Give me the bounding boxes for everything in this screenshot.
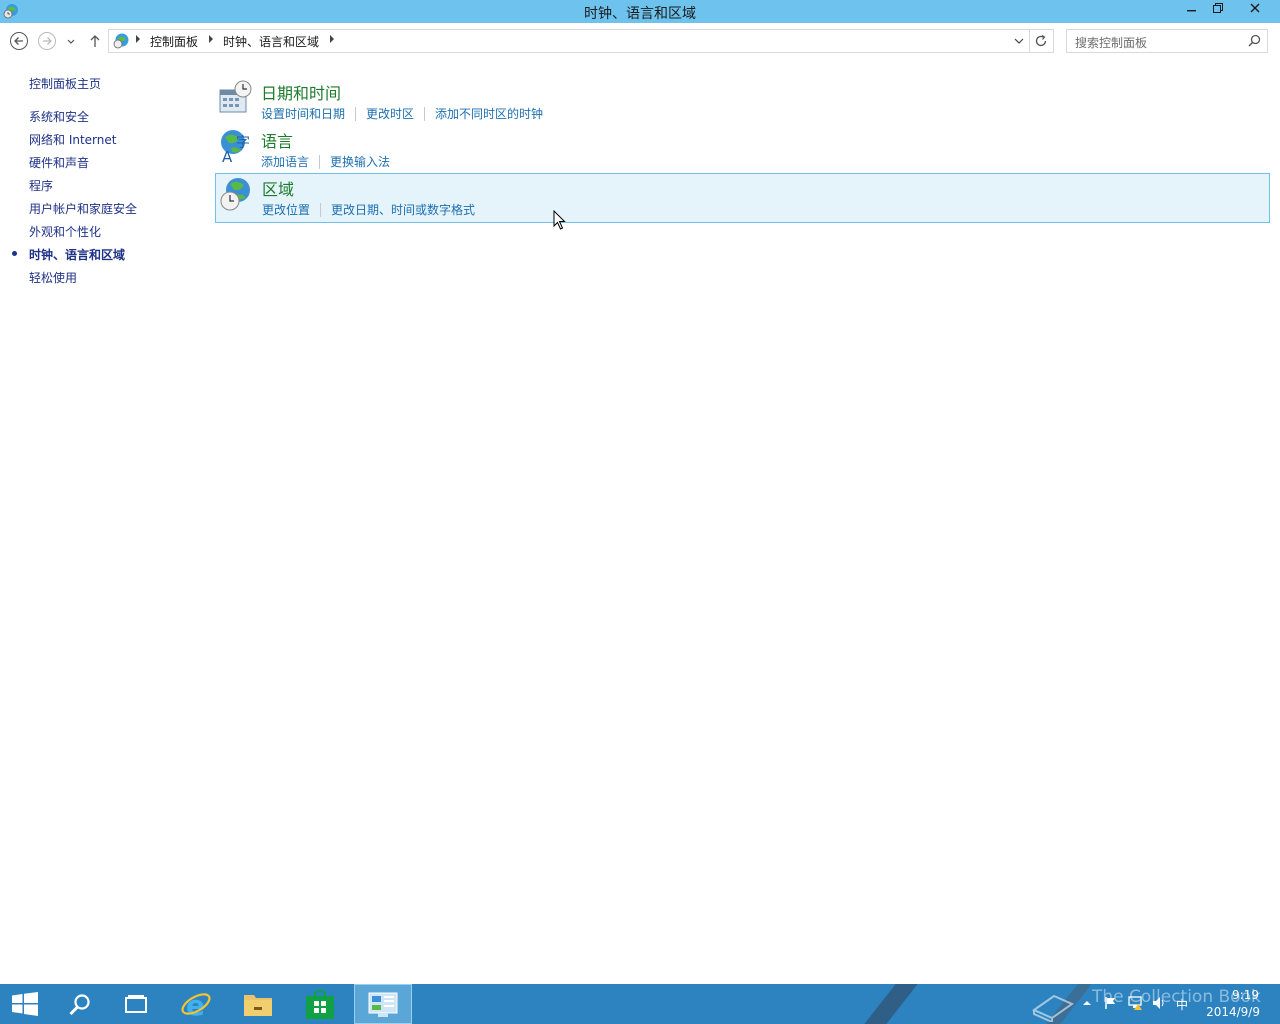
minimize-icon bbox=[1187, 10, 1196, 12]
internet-explorer-icon: e bbox=[181, 989, 211, 1020]
volume-icon[interactable] bbox=[1152, 996, 1168, 1010]
start-icon bbox=[12, 992, 38, 1016]
close-icon bbox=[1250, 3, 1260, 13]
navigation-bar: 控制面板 时钟、语言和区域 搜索控制面板 bbox=[0, 23, 1280, 57]
address-dropdown-icon[interactable] bbox=[1013, 35, 1025, 47]
internet-explorer-button[interactable]: e bbox=[168, 984, 224, 1024]
title-bar: 时钟、语言和区域 bbox=[0, 0, 1280, 23]
search-icon[interactable] bbox=[1248, 34, 1261, 47]
breadcrumb-control-panel[interactable]: 控制面板 bbox=[150, 33, 198, 50]
link-divider bbox=[424, 107, 426, 121]
language-globe-icon[interactable]: 字 A bbox=[218, 128, 252, 164]
svg-text:A: A bbox=[222, 148, 233, 164]
clock-date[interactable]: 2014/9/9 bbox=[1206, 1005, 1260, 1019]
link-set-time-date[interactable]: 设置时间和日期 bbox=[261, 107, 345, 121]
search-box[interactable]: 搜索控制面板 bbox=[1066, 29, 1268, 53]
category-title-language[interactable]: 语言 bbox=[261, 128, 293, 152]
control-panel-icon bbox=[368, 992, 398, 1017]
search-taskbar-button[interactable] bbox=[52, 984, 108, 1024]
sidebar-item-user-accounts[interactable]: 用户帐户和家庭安全 bbox=[29, 200, 137, 217]
up-arrow-icon bbox=[90, 35, 100, 47]
sidebar-item-appearance[interactable]: 外观和个性化 bbox=[29, 223, 101, 240]
control-panel-taskbar-button[interactable] bbox=[354, 984, 412, 1024]
chevron-down-icon bbox=[67, 39, 75, 44]
sidebar-item-programs[interactable]: 程序 bbox=[29, 177, 53, 194]
search-icon bbox=[69, 994, 90, 1016]
sidebar-item-hardware-sound[interactable]: 硬件和声音 bbox=[29, 154, 89, 171]
sidebar-item-control-panel-home[interactable]: 控制面板主页 bbox=[29, 75, 101, 92]
system-tray: The Collection Book 中 9:19 2014/9/9 bbox=[1031, 984, 1280, 1024]
category-title-date-time[interactable]: 日期和时间 bbox=[261, 80, 341, 104]
file-explorer-button[interactable] bbox=[230, 984, 286, 1024]
store-button[interactable] bbox=[292, 984, 348, 1024]
action-center-flag-icon[interactable] bbox=[1104, 996, 1118, 1010]
close-button[interactable] bbox=[1231, 0, 1279, 21]
restore-icon bbox=[1213, 3, 1223, 13]
window-title: 时钟、语言和区域 bbox=[584, 6, 696, 22]
sidebar-item-network-internet[interactable]: 网络和 Internet bbox=[29, 131, 116, 148]
search-placeholder: 搜索控制面板 bbox=[1075, 36, 1148, 50]
breadcrumb-separator-icon[interactable] bbox=[330, 35, 334, 43]
category-links-date-time: 设置时间和日期 更改时区 添加不同时区的时钟 bbox=[261, 105, 543, 122]
watermark-book-icon bbox=[1031, 994, 1075, 1022]
restore-button[interactable] bbox=[1205, 0, 1231, 21]
svg-text:字: 字 bbox=[236, 135, 250, 151]
mouse-cursor-icon bbox=[553, 210, 566, 230]
forward-button[interactable] bbox=[37, 31, 57, 51]
region-globe-icon[interactable] bbox=[219, 176, 253, 212]
minimize-button[interactable] bbox=[1179, 0, 1205, 21]
sidebar-item-ease-of-access[interactable]: 轻松使用 bbox=[29, 269, 77, 286]
ime-indicator[interactable]: 中 bbox=[1176, 996, 1188, 1013]
refresh-button[interactable] bbox=[1029, 29, 1054, 53]
breadcrumb-separator-icon[interactable] bbox=[136, 35, 140, 43]
store-icon bbox=[306, 990, 334, 1019]
link-divider bbox=[319, 155, 321, 169]
back-arrow-icon bbox=[10, 32, 28, 50]
link-divider bbox=[355, 107, 357, 121]
control-panel-location-icon bbox=[113, 33, 129, 49]
network-icon[interactable] bbox=[1128, 995, 1144, 1011]
forward-arrow-icon bbox=[38, 32, 56, 50]
link-change-formats[interactable]: 更改日期、时间或数字格式 bbox=[331, 203, 475, 217]
clock-time[interactable]: 9:19 bbox=[1232, 988, 1259, 1002]
category-region: 区域 更改位置 更改日期、时间或数字格式 bbox=[215, 173, 1270, 223]
refresh-icon bbox=[1035, 34, 1047, 47]
category-language: 字 A 语言 添加语言 更换输入法 bbox=[215, 126, 1268, 174]
recent-locations-button[interactable] bbox=[64, 31, 78, 51]
back-button[interactable] bbox=[9, 31, 29, 51]
breadcrumb-separator-icon[interactable] bbox=[209, 35, 213, 43]
taskbar-decoration bbox=[864, 984, 918, 1024]
calendar-clock-icon[interactable] bbox=[218, 80, 252, 116]
show-hidden-icons-icon[interactable] bbox=[1082, 999, 1092, 1007]
category-title-region[interactable]: 区域 bbox=[262, 176, 294, 200]
link-change-location[interactable]: 更改位置 bbox=[262, 203, 310, 217]
file-explorer-icon bbox=[244, 995, 272, 1016]
sidebar-item-system-security[interactable]: 系统和安全 bbox=[29, 108, 89, 125]
link-add-language[interactable]: 添加语言 bbox=[261, 155, 309, 169]
breadcrumb-clock-language-region[interactable]: 时钟、语言和区域 bbox=[223, 33, 319, 50]
task-view-button[interactable] bbox=[108, 984, 164, 1024]
category-date-time: 日期和时间 设置时间和日期 更改时区 添加不同时区的时钟 bbox=[215, 78, 1268, 126]
category-links-region: 更改位置 更改日期、时间或数字格式 bbox=[262, 201, 475, 218]
task-view-icon bbox=[125, 995, 147, 1013]
link-change-input-method[interactable]: 更换输入法 bbox=[330, 155, 390, 169]
link-divider bbox=[320, 203, 322, 217]
link-add-clocks[interactable]: 添加不同时区的时钟 bbox=[435, 107, 543, 121]
start-button[interactable] bbox=[0, 984, 56, 1024]
current-item-bullet-icon bbox=[12, 251, 17, 256]
up-button[interactable] bbox=[86, 31, 104, 51]
sidebar-item-clock-language-region[interactable]: 时钟、语言和区域 bbox=[29, 246, 125, 263]
category-links-language: 添加语言 更换输入法 bbox=[261, 153, 390, 170]
link-change-time-zone[interactable]: 更改时区 bbox=[366, 107, 414, 121]
address-bar[interactable]: 控制面板 时钟、语言和区域 bbox=[108, 29, 1030, 53]
taskbar: e The Collection Book 中 9:19 2014/9/9 bbox=[0, 984, 1280, 1024]
